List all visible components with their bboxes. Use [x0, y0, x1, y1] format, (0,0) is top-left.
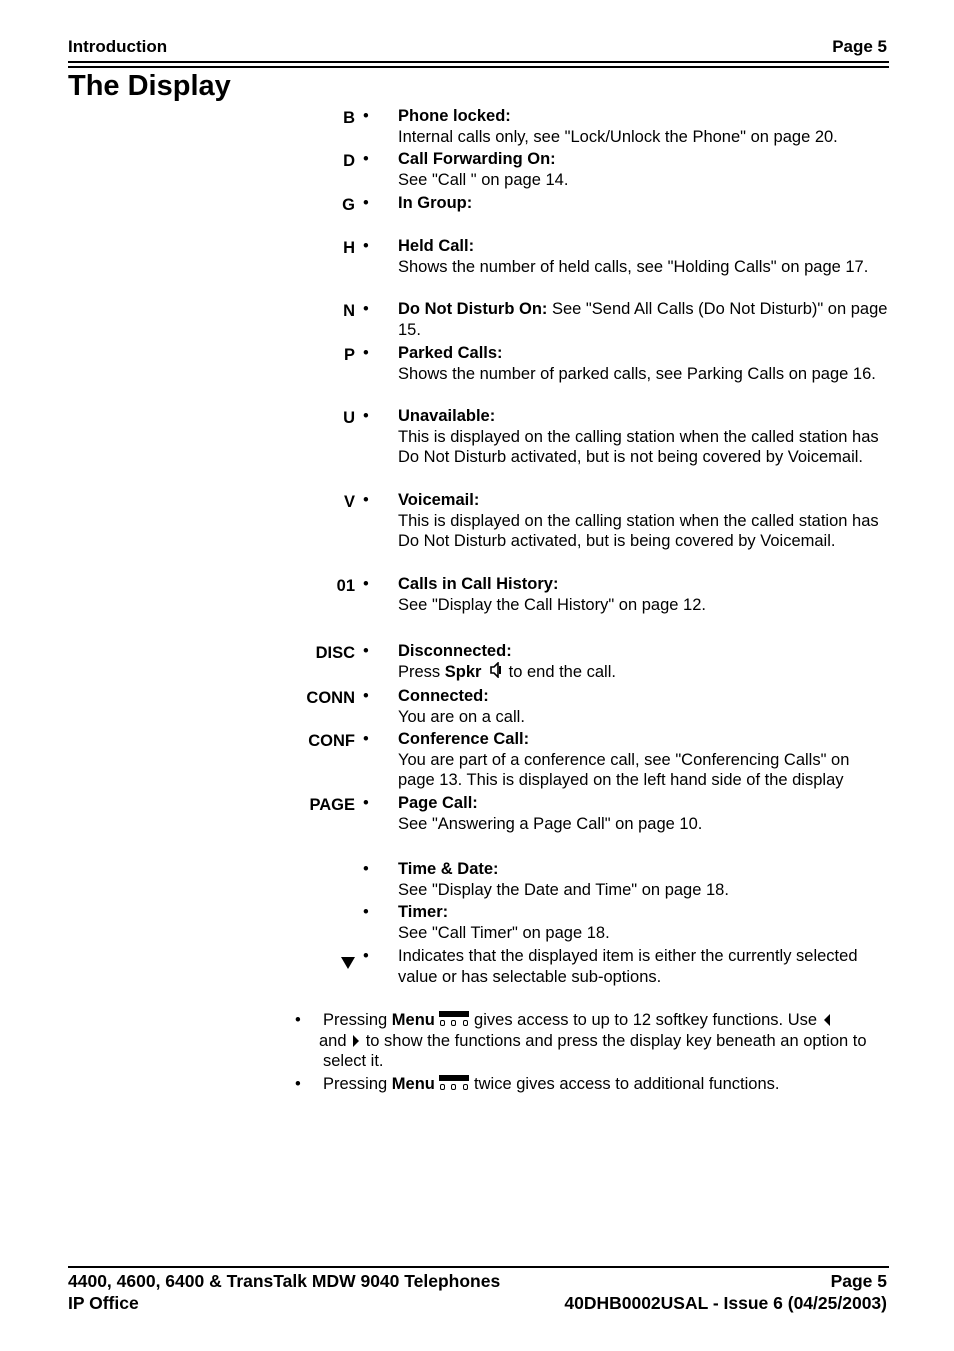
bullet: •: [363, 491, 369, 509]
footer-page: Page 5: [830, 1271, 887, 1291]
entry-code: B: [343, 109, 355, 127]
bullet: •: [363, 575, 369, 593]
entry-label: Page Call:: [398, 794, 478, 812]
entry-desc: You are on a call.: [398, 707, 525, 726]
bullet-text: twice gives access to additional functio…: [469, 1075, 780, 1093]
entry-label: Timer:: [398, 903, 449, 921]
entry-code: PAGE: [309, 796, 355, 814]
entry-desc: See "Display the Call History" on page 1…: [398, 595, 706, 614]
entry-code: CONN: [306, 689, 355, 707]
header-page: Page 5: [832, 37, 887, 56]
entry-desc: You are part of a conference call, see "…: [398, 750, 850, 790]
entry-desc-post: to end the call.: [504, 662, 616, 681]
entry-code: CONF: [308, 732, 355, 750]
entry-code: [290, 954, 355, 975]
page-header: Introduction Page 5: [68, 37, 887, 57]
entry-desc: Indicates that the displayed item is eit…: [398, 947, 858, 986]
header-section: Introduction: [68, 37, 168, 56]
bullet: •: [363, 903, 369, 921]
entry-label: Connected:: [398, 687, 489, 705]
entry-desc: This is displayed on the calling station…: [398, 427, 879, 467]
bullet: •: [363, 687, 369, 705]
entry-desc: This is displayed on the calling station…: [398, 511, 879, 551]
page-title: The Display: [68, 70, 231, 102]
left-arrow-icon: [823, 1014, 830, 1026]
entry-label: Parked Calls:: [398, 344, 503, 362]
footer-system: IP Office: [68, 1293, 139, 1313]
entry-desc: Press: [398, 662, 445, 681]
bullet: •: [363, 194, 369, 212]
entry-label: Calls in Call History:: [398, 575, 559, 593]
bullet: •: [363, 947, 369, 965]
bullet: •: [363, 107, 369, 125]
bullet: •: [363, 300, 369, 318]
bullet: •: [363, 860, 369, 878]
entry-code: DISC: [315, 644, 355, 662]
bullet: •: [363, 237, 369, 255]
header-rule: [68, 61, 889, 63]
footer-rule: [68, 1266, 889, 1268]
bullet-text: and: [319, 1031, 352, 1050]
entry-desc: See "Answering a Page Call" on page 10.: [398, 814, 703, 833]
entry-label: Unavailable:: [398, 407, 496, 425]
entry-desc: See "Display the Date and Time" on page …: [398, 880, 729, 899]
entry-code: P: [343, 346, 355, 364]
menu-key-icon: [439, 1075, 470, 1091]
entry-desc: See "Call " on page 14.: [398, 170, 569, 189]
right-arrow-icon: [353, 1034, 360, 1047]
entry-desc: Internal calls only, see "Lock/Unlock th…: [398, 127, 838, 146]
bullet: •: [363, 150, 369, 168]
menu-key-label: Menu: [391, 1075, 435, 1093]
footer-product: 4400, 4600, 6400 & TransTalk MDW 9040 Te…: [68, 1271, 501, 1291]
entry-label: Voicemail:: [398, 491, 480, 509]
bullet-text: Pressing: [323, 1011, 392, 1029]
footer-doc-id: 40DHB0002USAL - Issue 6 (04/25/2003): [564, 1293, 887, 1313]
speaker-icon: [490, 660, 502, 679]
bullet-text: Pressing: [323, 1075, 392, 1093]
menu-key-icon: [439, 1011, 470, 1027]
entry-code: D: [343, 152, 355, 170]
bullet: •: [363, 407, 369, 425]
entry-code: 01: [336, 577, 355, 595]
bullet: •: [363, 642, 369, 660]
entry-label: Conference Call:: [398, 730, 530, 748]
entry-code: H: [343, 239, 355, 257]
spkr-key-label: Spkr: [444, 662, 482, 681]
entry-label: Disconnected:: [398, 642, 512, 660]
bullet: •: [295, 1011, 301, 1029]
entry-code: G: [342, 196, 355, 214]
bullet: •: [363, 794, 369, 812]
down-triangle-icon: [341, 957, 355, 969]
bullet: •: [363, 730, 369, 748]
entry-desc: See "Call Timer" on page 18.: [398, 923, 610, 942]
entry-code: V: [343, 493, 355, 511]
bullet: •: [295, 1075, 301, 1093]
entry-label: Call Forwarding On:: [398, 150, 556, 168]
bullet-text: gives access to up to 12 softkey functio…: [469, 1011, 822, 1029]
bullet: •: [363, 344, 369, 362]
entry-label: Do Not Disturb On:: [398, 300, 548, 318]
entry-code: U: [343, 409, 355, 427]
entry-label: Held Call:: [398, 237, 475, 255]
menu-key-label: Menu: [391, 1011, 435, 1029]
bullet-text: to show the functions and press the disp…: [323, 1031, 867, 1071]
entry-code: N: [343, 302, 355, 320]
header-rule: [68, 66, 889, 68]
entry-desc: Shows the number of parked calls, see Pa…: [398, 364, 876, 383]
entry-desc: Shows the number of held calls, see "Hol…: [398, 257, 869, 276]
entry-label: Phone locked:: [398, 107, 511, 125]
entry-label: Time & Date:: [398, 860, 499, 878]
entry-label: In Group:: [398, 194, 473, 212]
